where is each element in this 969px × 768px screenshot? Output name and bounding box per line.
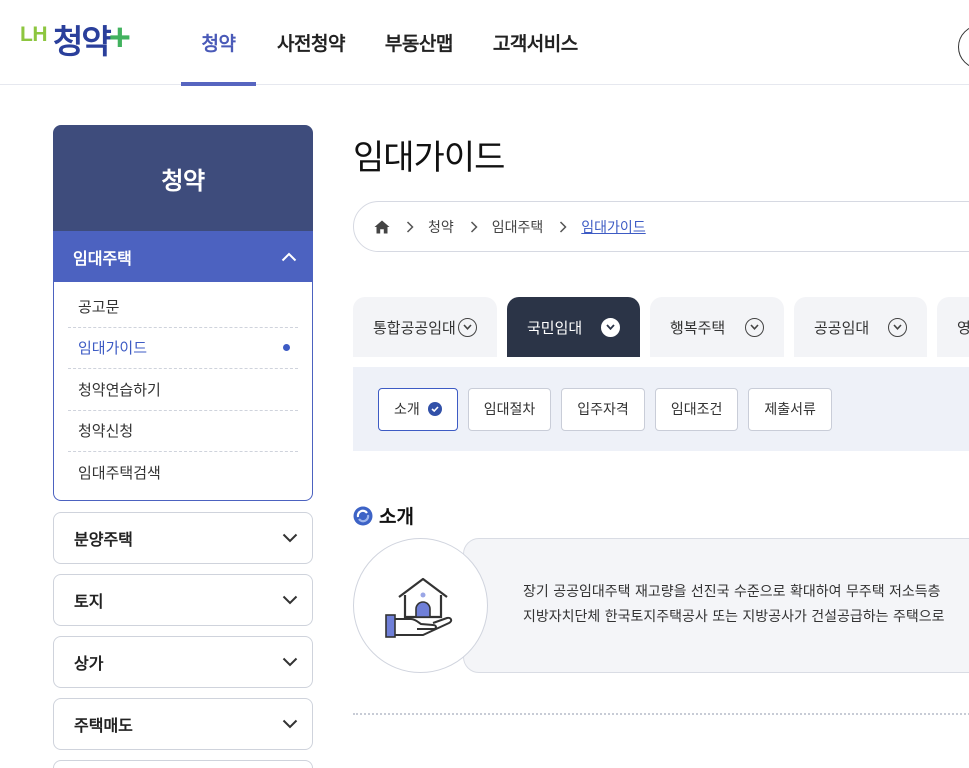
side-menu-label: 분양주택 [74, 529, 133, 549]
nav-item-pre-subscription[interactable]: 사전청약 [257, 0, 365, 85]
tab-happy-housing[interactable]: 행복주택 [650, 297, 784, 357]
intro-illustration [353, 538, 488, 673]
subtab-eligibility[interactable]: 입주자격 [561, 387, 645, 431]
subtab-label: 소개 [394, 402, 420, 418]
breadcrumb-item[interactable]: 임대주택 [492, 217, 544, 237]
subtab-procedure[interactable]: 임대절차 [467, 387, 552, 431]
tab-next-cut[interactable]: 영 [937, 297, 969, 357]
page-title: 임대가이드 [353, 138, 505, 178]
housing-type-tabs: 통합공공임대 국민임대 행복주택 공공임대 영 [353, 297, 969, 357]
side-submenu-notice[interactable]: 공고문 [68, 286, 298, 328]
section-title: 소개 [379, 506, 414, 528]
check-icon [427, 402, 442, 416]
lh-logo[interactable]: LH 청약 + [20, 14, 131, 64]
subtab-panel: 소개 임대절차 입주자격 임대조건 제출서류 [353, 367, 969, 451]
tab-label: 국민임대 [527, 318, 583, 337]
tab-national-rental[interactable]: 국민임대 [507, 297, 640, 357]
chevron-right-icon [559, 220, 567, 233]
chevron-down-circle-icon [745, 317, 764, 337]
chevron-down-icon [282, 657, 298, 666]
header-round-button[interactable] [958, 25, 969, 69]
tab-label: 통합공공임대 [373, 318, 456, 337]
side-menu-rental-housing: 임대주택 공고문 임대가이드 청약연습하기 청약신청 임대주택검색 [53, 231, 313, 501]
side-submenu-rental-guide[interactable]: 임대가이드 [68, 328, 298, 369]
side-menu-label: 임대주택 [73, 249, 132, 268]
breadcrumb: 청약 임대주택 임대가이드 [353, 201, 969, 252]
section-divider [353, 713, 969, 715]
tab-label: 공공임대 [814, 318, 870, 337]
chevron-down-circle-icon [458, 317, 477, 337]
side-submenu-label: 임대주택검색 [78, 464, 161, 483]
subtab-label: 입주자격 [577, 402, 629, 418]
side-submenu-label: 공고문 [78, 297, 120, 316]
side-submenu-apply[interactable]: 청약신청 [68, 411, 298, 452]
global-nav: 청약 사전청약 부동산맵 고객서비스 [181, 0, 598, 86]
site-header: LH 청약 + 청약 사전청약 부동산맵 고객서비스 [0, 0, 969, 86]
side-submenu-label: 임대가이드 [78, 339, 148, 358]
tab-label: 영 [957, 318, 969, 337]
chevron-down-circle-icon [888, 317, 907, 337]
house-on-hand-icon [384, 577, 452, 638]
side-menu-land[interactable]: 토지 [53, 573, 313, 626]
tab-integrated-public-rental[interactable]: 통합공공임대 [353, 297, 497, 357]
intro-line: 지방자치단체 한국토지주택공사 또는 지방공사가 건설공급하는 주택으로 [523, 609, 945, 625]
logo-plus-mark: + [108, 17, 131, 59]
side-menu-label: 상가 [74, 653, 104, 673]
logo-lh-text: LH [20, 23, 48, 46]
tab-label: 행복주택 [670, 318, 726, 337]
chevron-down-circle-icon [601, 317, 620, 337]
subtab-label: 임대절차 [483, 402, 536, 418]
chevron-right-icon [470, 220, 478, 233]
intro-line: 장기 공공임대주택 재고량을 선진국 수준으로 확대하여 무주택 저소득층 [523, 584, 941, 600]
tab-public-rental[interactable]: 공공임대 [794, 297, 927, 357]
nav-item-realestate-map[interactable]: 부동산맵 [365, 0, 473, 85]
chevron-down-icon [282, 719, 298, 728]
refresh-circle-icon [353, 506, 373, 525]
chevron-down-icon [282, 533, 298, 542]
side-menu-house-sale[interactable]: 주택매도 [53, 697, 313, 750]
side-submenu-practice[interactable]: 청약연습하기 [68, 369, 298, 411]
side-menu-label: 주택매도 [74, 715, 133, 735]
breadcrumb-item[interactable]: 청약 [428, 217, 454, 237]
breadcrumb-current[interactable]: 임대가이드 [581, 217, 645, 237]
side-nav: 청약 임대주택 공고문 임대가이드 청약연습하기 청약신청 임대주택검색 분양주… [53, 125, 313, 768]
side-menu-commercial[interactable]: 상가 [53, 635, 313, 688]
side-submenu: 공고문 임대가이드 청약연습하기 청약신청 임대주택검색 [54, 282, 312, 500]
nav-item-customer-service[interactable]: 고객서비스 [473, 0, 598, 85]
side-submenu-label: 청약신청 [78, 422, 134, 441]
side-menu-rental-housing-toggle[interactable]: 임대주택 [53, 231, 313, 282]
subtab-intro[interactable]: 소개 [378, 387, 458, 431]
logo-main-text: 청약 [53, 22, 112, 61]
side-nav-title: 청약 [53, 125, 313, 231]
subtab-documents[interactable]: 제출서류 [748, 387, 832, 431]
side-menu-next[interactable] [53, 759, 313, 768]
chevron-right-icon [406, 220, 414, 233]
intro-text: 장기 공공임대주택 재고량을 선진국 수준으로 확대하여 무주택 저소득층 지방… [523, 580, 969, 630]
home-icon[interactable] [374, 220, 390, 234]
active-dot-icon [283, 344, 290, 352]
side-menu-label: 토지 [74, 591, 104, 611]
subtab-conditions[interactable]: 임대조건 [654, 387, 739, 431]
subtab-label: 제출서류 [764, 402, 816, 418]
side-menu-sale-housing[interactable]: 분양주택 [53, 511, 313, 564]
side-submenu-label: 청약연습하기 [78, 380, 161, 399]
subtab-label: 임대조건 [670, 402, 723, 418]
chevron-down-icon [282, 595, 298, 604]
nav-item-subscription[interactable]: 청약 [181, 0, 256, 86]
side-submenu-search[interactable]: 임대주택검색 [68, 452, 298, 494]
section-heading: 소개 [353, 502, 414, 529]
chevron-up-icon [281, 252, 297, 262]
